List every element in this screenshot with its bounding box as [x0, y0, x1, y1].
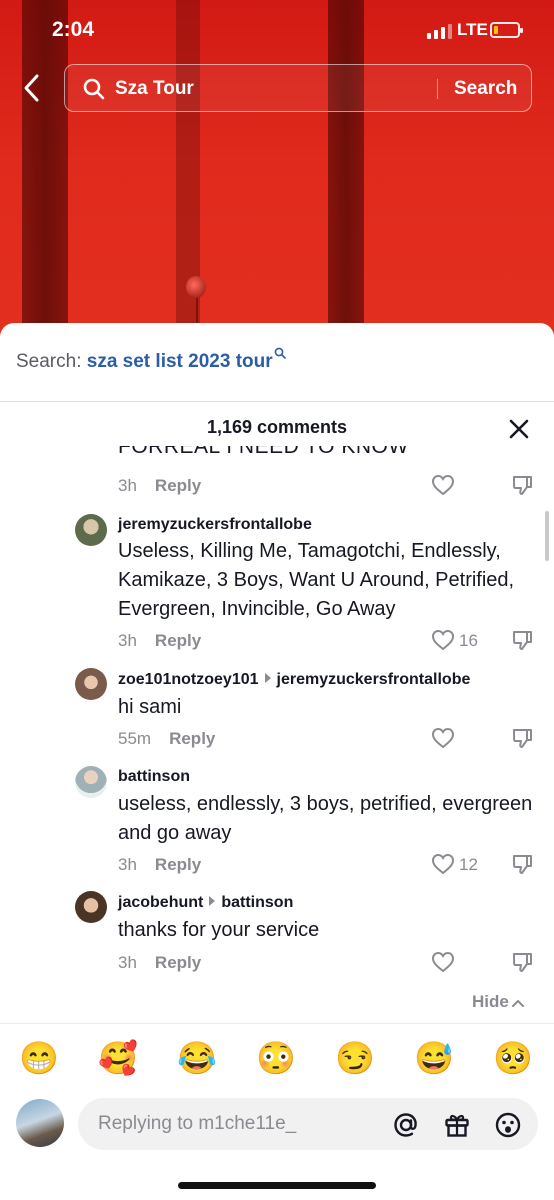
dislike-icon[interactable] [511, 951, 533, 973]
heart-icon[interactable] [431, 951, 455, 973]
heart-icon[interactable] [431, 727, 455, 749]
emoji-pleading[interactable]: 🥺 [491, 1038, 535, 1078]
emoji-picker-icon[interactable] [494, 1111, 522, 1139]
comment-username[interactable]: zoe101notzoey101 jeremyzuckersfrontallobe [118, 671, 470, 689]
reply-button[interactable]: Reply [155, 631, 201, 650]
battery-fill [494, 26, 498, 34]
comment-meta: 3h Reply [118, 953, 201, 973]
reply-arrow-icon [264, 673, 271, 683]
video-light-bulb [186, 276, 206, 298]
reply-to-username[interactable]: jeremyzuckersfrontallobe [277, 671, 471, 688]
search-query[interactable]: Sza Tour [115, 78, 194, 100]
related-search-prefix: Search: [16, 351, 87, 372]
like-count: 12 [459, 855, 478, 874]
related-search-query[interactable]: sza set list 2023 tour [87, 351, 273, 372]
emoji-flushed[interactable]: 😳 [254, 1038, 298, 1078]
emoji-smiling-hearts[interactable]: 🥰 [96, 1038, 140, 1078]
reply-button[interactable]: Reply [155, 855, 201, 874]
comment-time: 3h [118, 953, 137, 972]
gift-icon[interactable] [443, 1111, 471, 1139]
partial-comment-text: FORREAL I NEED TO KNOW [118, 446, 409, 458]
like-count: 16 [459, 631, 478, 650]
status-time: 2:04 [52, 18, 95, 41]
hide-label: Hide [472, 992, 509, 1011]
back-button[interactable] [18, 70, 48, 106]
mention-icon[interactable] [392, 1111, 420, 1139]
my-avatar [16, 1099, 64, 1147]
reply-arrow-icon [209, 896, 216, 906]
hide-replies-button[interactable]: Hide [472, 992, 525, 1012]
search-bar[interactable]: Sza Tour Search [64, 64, 532, 112]
comment-count: 1,169 comments [206, 417, 348, 437]
emoji-smirk[interactable]: 😏 [333, 1038, 377, 1078]
heart-icon[interactable] [431, 629, 455, 651]
comment-text: useless, endlessly, 3 boys, petrified, e… [118, 793, 533, 844]
reply-input[interactable] [98, 1111, 378, 1137]
divider [0, 401, 554, 402]
heart-icon[interactable] [431, 474, 455, 496]
comment-text: Useless, Killing Me, Tamagotchi, Endless… [118, 540, 515, 620]
comment-meta: 3h Reply [118, 855, 201, 875]
signal-icon [427, 24, 452, 39]
dislike-icon[interactable] [511, 629, 533, 651]
small-search-icon [274, 347, 286, 359]
comment-time: 3h [118, 631, 137, 650]
scrollbar[interactable] [545, 511, 549, 561]
reply-button[interactable]: Reply [155, 476, 201, 495]
reply-to-username[interactable]: battinson [221, 894, 293, 911]
comment-username-text[interactable]: jacobehunt [118, 894, 203, 911]
close-icon [509, 419, 529, 439]
reply-input-bar[interactable] [78, 1098, 538, 1150]
emoji-grin[interactable]: 😁 [17, 1038, 61, 1078]
emoji-tears-of-joy[interactable]: 😂 [175, 1038, 219, 1078]
comments-sheet: Search: sza set list 2023 tour 1,169 com… [0, 323, 554, 1200]
avatar[interactable] [75, 514, 107, 546]
dislike-icon[interactable] [511, 474, 533, 496]
avatar[interactable] [75, 766, 107, 798]
network-type: LTE [457, 20, 488, 39]
avatar[interactable] [75, 891, 107, 923]
dislike-icon[interactable] [511, 853, 533, 875]
status-bar: 2:04 LTE [0, 0, 554, 60]
reply-button[interactable]: Reply [169, 729, 215, 748]
dislike-icon[interactable] [511, 727, 533, 749]
comment-text: hi sami [118, 696, 182, 718]
emoji-sweat-smile[interactable]: 😅 [412, 1038, 456, 1078]
comment-username[interactable]: jeremyzuckersfrontallobe [118, 516, 312, 534]
comment-time: 3h [118, 476, 137, 495]
divider [0, 1023, 554, 1024]
comment-username[interactable]: battinson [118, 768, 190, 786]
battery-icon [490, 22, 523, 38]
related-search[interactable]: Search: sza set list 2023 tour [16, 347, 286, 373]
search-divider [437, 79, 438, 99]
comment-meta: 55m Reply [118, 729, 215, 749]
comment-meta: 3h Reply [118, 631, 201, 651]
chevron-left-icon [24, 74, 39, 102]
comment-username-text[interactable]: zoe101notzoey101 [118, 671, 259, 688]
comment-username[interactable]: jacobehunt battinson [118, 894, 293, 912]
avatar[interactable] [75, 668, 107, 700]
reply-button[interactable]: Reply [155, 953, 201, 972]
heart-icon[interactable] [431, 853, 455, 875]
comment-meta: 3h Reply [118, 476, 201, 496]
search-icon [83, 78, 105, 100]
home-indicator[interactable] [178, 1182, 376, 1189]
comment-text: thanks for your service [118, 919, 320, 941]
search-button[interactable]: Search [454, 78, 517, 100]
comment-time: 55m [118, 729, 152, 748]
chevron-up-icon [511, 999, 524, 1007]
close-button[interactable] [507, 417, 531, 441]
emoji-quick-bar: 😁 🥰 😂 😳 😏 😅 🥺 [0, 1038, 554, 1082]
comment-time: 3h [118, 855, 137, 874]
